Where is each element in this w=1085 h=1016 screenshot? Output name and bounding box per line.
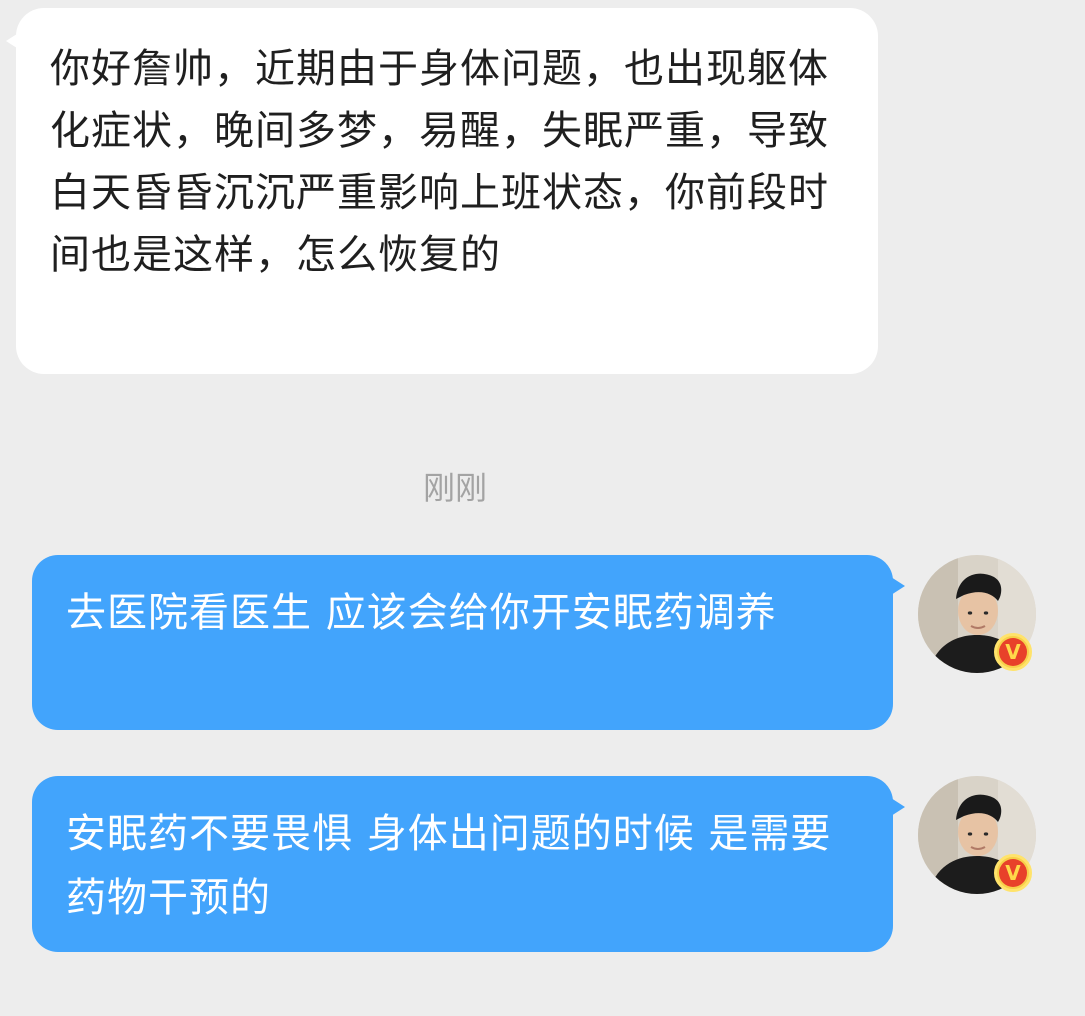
- verified-v-badge-icon: V: [994, 633, 1032, 671]
- badge-label: V: [999, 638, 1027, 666]
- badge-label: V: [999, 859, 1027, 887]
- outgoing-message-bubble[interactable]: 去医院看医生 应该会给你开安眠药调养: [32, 555, 905, 730]
- avatar[interactable]: V: [918, 555, 1036, 673]
- outgoing-message-text: 安眠药不要畏惧 身体出问题的时候 是需要药物干预的: [66, 811, 832, 921]
- incoming-message-text: 你好詹帅，近期由于身体问题，也出现躯体化症状，晚间多梦，易醒，失眠严重，导致白天…: [50, 46, 829, 278]
- verified-v-badge-icon: V: [994, 854, 1032, 892]
- message-timestamp: 刚刚: [422, 469, 487, 507]
- avatar[interactable]: V: [918, 776, 1036, 894]
- outgoing-message-bubble[interactable]: 安眠药不要畏惧 身体出问题的时候 是需要药物干预的: [32, 776, 905, 952]
- outgoing-message-text: 去医院看医生 应该会给你开安眠药调养: [66, 590, 777, 636]
- chat-thread: 你好詹帅，近期由于身体问题，也出现躯体化症状，晚间多梦，易醒，失眠严重，导致白天…: [0, 0, 1085, 1016]
- incoming-message-bubble[interactable]: 你好詹帅，近期由于身体问题，也出现躯体化症状，晚间多梦，易醒，失眠严重，导致白天…: [6, 8, 878, 374]
